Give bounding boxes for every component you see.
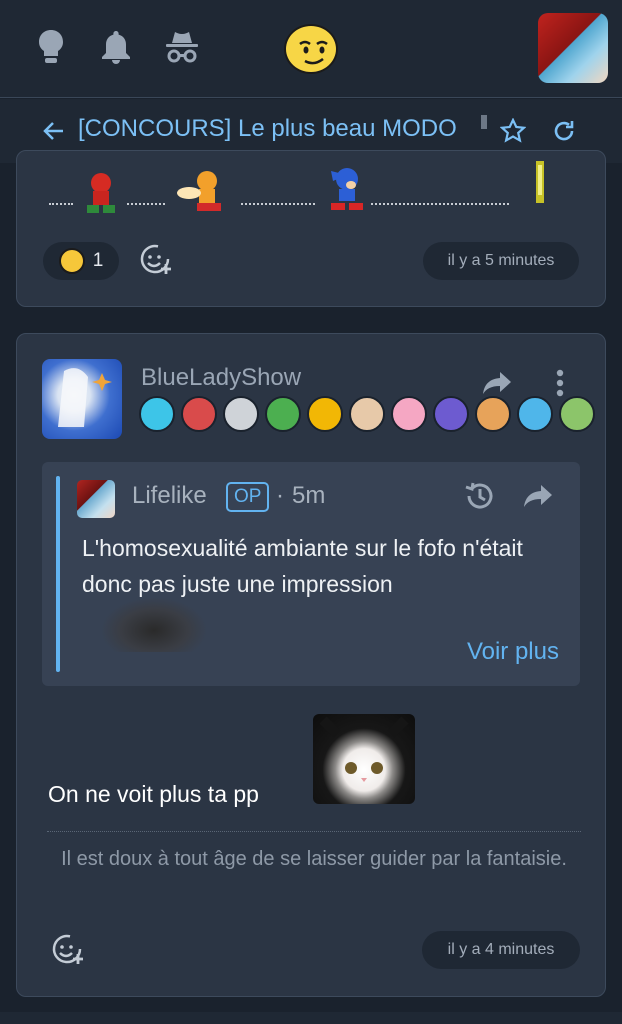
see-more-link[interactable]: Voir plus (467, 638, 559, 666)
post-body-text: On ne voit plus ta pp (48, 781, 259, 807)
goal-post-sprite (536, 161, 544, 203)
badge-row (139, 396, 595, 432)
refresh-icon[interactable] (548, 115, 580, 147)
op-badge: OP (226, 482, 270, 512)
badge-icon[interactable] (559, 396, 595, 432)
badge-icon[interactable] (139, 396, 175, 432)
quoted-text: L'homosexualité ambiante sur le fofo n'é… (82, 535, 523, 597)
badge-icon[interactable] (223, 396, 259, 432)
quoted-post-time: 5m (292, 482, 326, 509)
dotted-line (127, 203, 165, 206)
post-card: 1 il y a 5 minutes (16, 150, 606, 307)
badge-icon[interactable] (391, 396, 427, 432)
badge-icon[interactable] (517, 396, 553, 432)
add-reaction-icon[interactable] (50, 932, 86, 968)
signature-divider (47, 831, 581, 832)
post-timestamp: il y a 5 minutes (423, 242, 579, 280)
quote-accent-bar (56, 476, 60, 672)
share-icon[interactable] (481, 367, 513, 399)
star-outline-icon[interactable] (497, 115, 529, 147)
scroll-indicator (481, 115, 487, 129)
post-card: BlueLadyShow Lifelike OP · 5m L'homosexu… (16, 333, 606, 997)
quoted-image-thumbnail (102, 598, 206, 652)
reaction-count: 1 (92, 250, 104, 271)
cat-sticker-image (313, 714, 415, 804)
lightbulb-icon[interactable] (34, 28, 68, 66)
sonic-sprite (331, 168, 363, 210)
sprite-image-row (45, 161, 555, 216)
separator-dot: · (276, 482, 284, 509)
dotted-line (241, 203, 315, 206)
more-vertical-icon[interactable] (544, 367, 576, 399)
reaction-pill[interactable]: 1 (43, 242, 119, 280)
quoted-author-name[interactable]: Lifelike (132, 482, 207, 510)
topic-title[interactable]: [CONCOURS] Le plus beau MODO (78, 115, 457, 143)
bell-icon[interactable] (99, 28, 133, 66)
incognito-icon[interactable] (165, 28, 199, 66)
badge-icon[interactable] (349, 396, 385, 432)
dotted-line (371, 203, 509, 206)
post-timestamp: il y a 4 minutes (422, 931, 580, 969)
badge-icon[interactable] (265, 396, 301, 432)
knuckles-sprite (87, 173, 115, 213)
badge-icon[interactable] (433, 396, 469, 432)
user-avatar[interactable] (538, 13, 608, 83)
laughing-tears-emoji (58, 248, 85, 274)
add-reaction-icon[interactable] (138, 242, 174, 278)
smirking-face-icon[interactable] (284, 24, 338, 74)
badge-icon[interactable] (475, 396, 511, 432)
top-bar (0, 0, 622, 98)
quoted-post: Lifelike OP · 5m L'homosexualité ambiant… (42, 462, 580, 686)
bottom-bar (0, 1012, 622, 1024)
badge-icon[interactable] (307, 396, 343, 432)
user-signature: Il est doux à tout âge de se laisser gui… (61, 848, 567, 870)
share-icon[interactable] (522, 480, 554, 512)
author-name[interactable]: BlueLadyShow (141, 364, 301, 392)
tails-sprite (177, 171, 221, 211)
author-avatar[interactable] (42, 359, 122, 439)
badge-icon[interactable] (181, 396, 217, 432)
arrow-left-icon[interactable] (38, 115, 70, 147)
history-icon[interactable] (464, 480, 496, 512)
quoted-author-avatar[interactable] (77, 480, 115, 518)
dotted-line (49, 203, 73, 206)
